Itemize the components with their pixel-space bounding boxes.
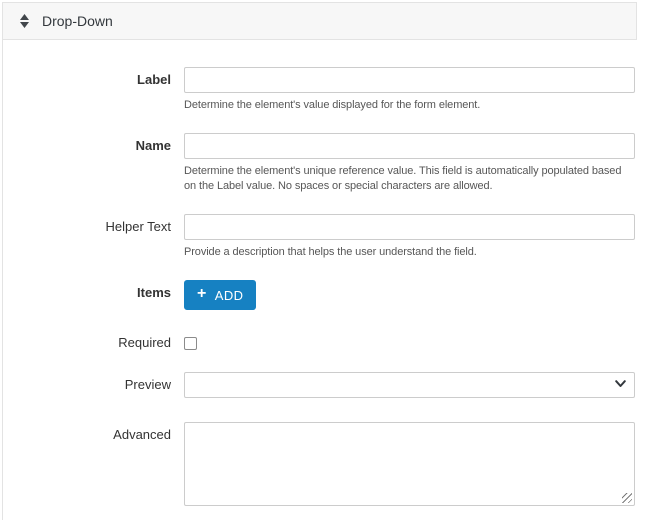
resize-handle-icon[interactable] bbox=[622, 493, 632, 504]
items-field-label: Items bbox=[137, 285, 171, 300]
label-helper-description: Determine the element's value displayed … bbox=[184, 99, 481, 111]
advanced-field-label: Advanced bbox=[113, 427, 171, 443]
add-item-button-label: ADD bbox=[214, 287, 244, 303]
required-field-label: Required bbox=[118, 335, 171, 350]
helper-text-input[interactable] bbox=[184, 214, 635, 240]
label-field-label: Label bbox=[137, 72, 171, 87]
helper-text-field-row: Helper Text Provide a description that h… bbox=[3, 214, 637, 260]
required-checkbox[interactable] bbox=[184, 337, 197, 350]
preview-field-label: Preview bbox=[124, 377, 171, 393]
panel-body: Label Determine the element's value disp… bbox=[2, 40, 637, 520]
dropdown-field-settings-panel: Drop-Down Label Determine the element's … bbox=[2, 2, 637, 520]
name-input[interactable] bbox=[184, 133, 635, 159]
helper-text-field-label: Helper Text bbox=[105, 219, 171, 234]
preview-field-row: Preview bbox=[3, 372, 637, 399]
name-field-row: Name Determine the element's unique refe… bbox=[3, 133, 637, 194]
label-input[interactable] bbox=[184, 67, 635, 93]
name-helper-description: Determine the element's unique reference… bbox=[184, 165, 622, 192]
add-item-button[interactable]: + ADD bbox=[184, 280, 257, 310]
items-field-row: Items + ADD bbox=[3, 280, 637, 310]
panel-title: Drop-Down bbox=[42, 13, 113, 29]
name-field-label: Name bbox=[135, 138, 171, 153]
plus-icon: + bbox=[197, 285, 207, 302]
advanced-field-row: Advanced bbox=[3, 422, 637, 507]
advanced-textarea[interactable] bbox=[184, 422, 635, 507]
label-field-row: Label Determine the element's value disp… bbox=[3, 67, 637, 113]
panel-header[interactable]: Drop-Down bbox=[2, 2, 637, 40]
preview-select[interactable] bbox=[184, 372, 635, 399]
move-vertical-icon[interactable] bbox=[20, 14, 29, 28]
required-field-row: Required bbox=[3, 330, 637, 350]
helper-text-helper-description: Provide a description that helps the use… bbox=[184, 246, 477, 258]
